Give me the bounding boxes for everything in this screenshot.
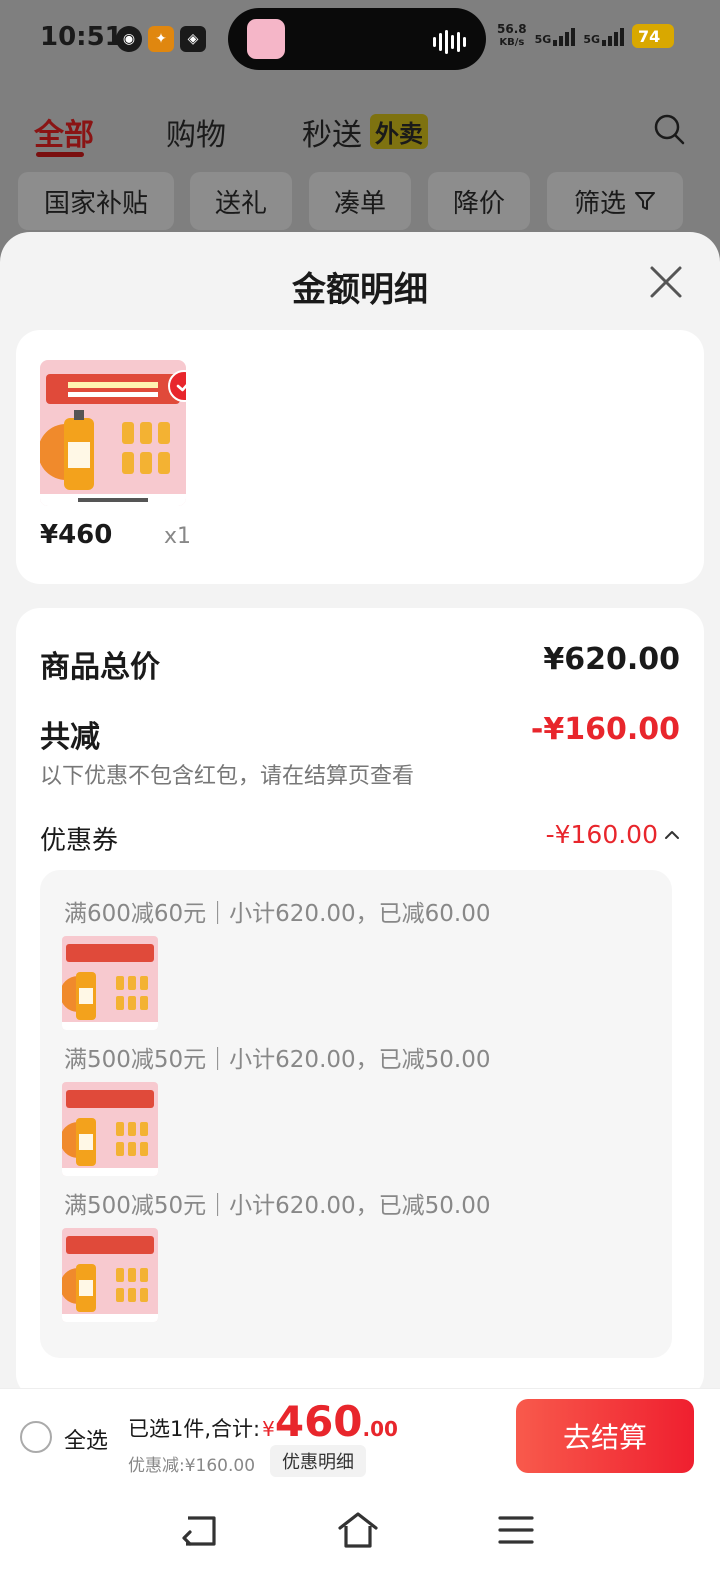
dynamic-island[interactable] [228,8,486,70]
coupon-product-image [62,1228,158,1322]
filter-gift[interactable]: 送礼 [190,172,292,230]
system-navigation-bar [0,1484,720,1584]
game-notification-icon: ◈ [180,26,206,52]
filter-button[interactable]: 筛选 [547,172,683,230]
summary-total-dec: .00 [362,1417,398,1441]
sheet-title: 金额明细 [292,270,428,310]
tab-shopping[interactable]: 购物 [166,110,226,154]
mobile-network-icon: ◉ [116,26,142,52]
network-speed-value: 56.8 [497,22,527,36]
product-card: ¥460 x1 [16,330,704,584]
signal-1-label: 5G [534,33,552,46]
signal-bars-icon [602,26,624,46]
tab-all[interactable]: 全部 [34,110,94,154]
coupon-list: 满600减60元｜小计620.00，已减60.00 满500减50元｜小计620… [40,870,672,1358]
signal-1: 5G [535,26,576,46]
total-price-label: 商品总价 [40,650,160,685]
checkout-bar: 全选 已选1件,合计: ¥ 460 .00 优惠减:¥160.00 优惠明细 去… [0,1388,720,1484]
home-icon[interactable] [334,1506,382,1554]
signal-2-label: 5G [583,33,600,46]
audio-wave-icon [433,30,466,54]
reduction-note: 以下优惠不包含红包，请在结算页查看 [40,764,415,789]
search-icon[interactable] [652,112,686,146]
summary-currency: ¥ [262,1417,275,1441]
battery-level: 74 [638,26,661,46]
order-summary: 已选1件,合计: ¥ 460 .00 [128,1397,398,1446]
signal-2: 5G [583,26,624,46]
price-detail-card: 商品总价 ¥620.00 共减 -¥160.00 以下优惠不包含红包，请在结算页… [16,608,704,1392]
select-all-label[interactable]: 全选 [64,1423,108,1455]
status-bar: 10:51 ◉ ✦ ◈ 56.8 KB/s 5G 5G 74 [0,0,720,80]
summary-prefix: 已选1件,合计: [128,1417,261,1441]
coupon-item-text: 满500减50元｜小计620.00，已减50.00 [64,1193,491,1219]
coupon-label: 优惠券 [40,826,119,856]
reduction-value: -¥160.00 [530,712,680,747]
product-image[interactable] [40,360,186,506]
funnel-icon [635,192,655,210]
checkout-button[interactable]: 去结算 [516,1399,694,1473]
chevron-up-icon [665,830,679,839]
status-app-icons: ◉ ✦ ◈ [116,26,206,52]
filter-national-subsidy[interactable]: 国家补贴 [18,172,174,230]
discount-amount: 优惠减:¥160.00 [128,1456,256,1476]
select-all-radio[interactable] [20,1421,52,1453]
status-right: 56.8 KB/s 5G 5G 74 [497,22,674,50]
coupon-value: -¥160.00 [545,820,658,849]
discount-detail-button[interactable]: 优惠明细 [270,1445,366,1477]
product-price: ¥460 [40,520,113,550]
app-notification-icon: ✦ [148,26,174,52]
total-price-value: ¥620.00 [543,642,680,677]
media-thumbnail [247,19,285,59]
menu-icon[interactable] [492,1506,540,1554]
filter-row: 国家补贴 送礼 凑单 降价 筛选 [0,172,720,230]
reduction-label: 共减 [40,720,100,755]
coupon-product-image [62,1082,158,1176]
network-speed-unit: KB/s [499,37,525,48]
filter-bundle[interactable]: 凑单 [309,172,411,230]
tab-instant-delivery-label: 秒送 [302,118,362,153]
battery-icon: 74 [632,24,674,48]
coupon-toggle[interactable]: -¥160.00 [546,820,680,849]
tab-instant-delivery[interactable]: 秒送 外卖 [302,110,428,154]
top-tabs: 全部 购物 秒送 外卖 [0,100,720,160]
coupon-item-text: 满500减50元｜小计620.00，已减50.00 [64,1047,491,1073]
filter-price-drop[interactable]: 降价 [428,172,530,230]
amount-detail-sheet: 金额明细 ¥460 x1 商品总价 ¥620.00 共减 -¥160.00 以下… [0,232,720,1392]
coupon-item-text: 满600减60元｜小计620.00，已减60.00 [64,901,491,927]
status-time: 10:51 [40,22,123,52]
signal-bars-icon [553,26,576,46]
product-quantity: x1 [164,524,192,549]
summary-total-int: 460 [274,1397,363,1446]
takeout-badge: 外卖 [370,114,428,149]
filter-button-label: 筛选 [573,188,626,219]
tab-active-indicator [36,152,84,157]
network-speed: 56.8 KB/s [497,22,527,50]
coupon-product-image [62,936,158,1030]
close-icon[interactable] [646,262,686,302]
back-icon[interactable] [176,1506,224,1554]
